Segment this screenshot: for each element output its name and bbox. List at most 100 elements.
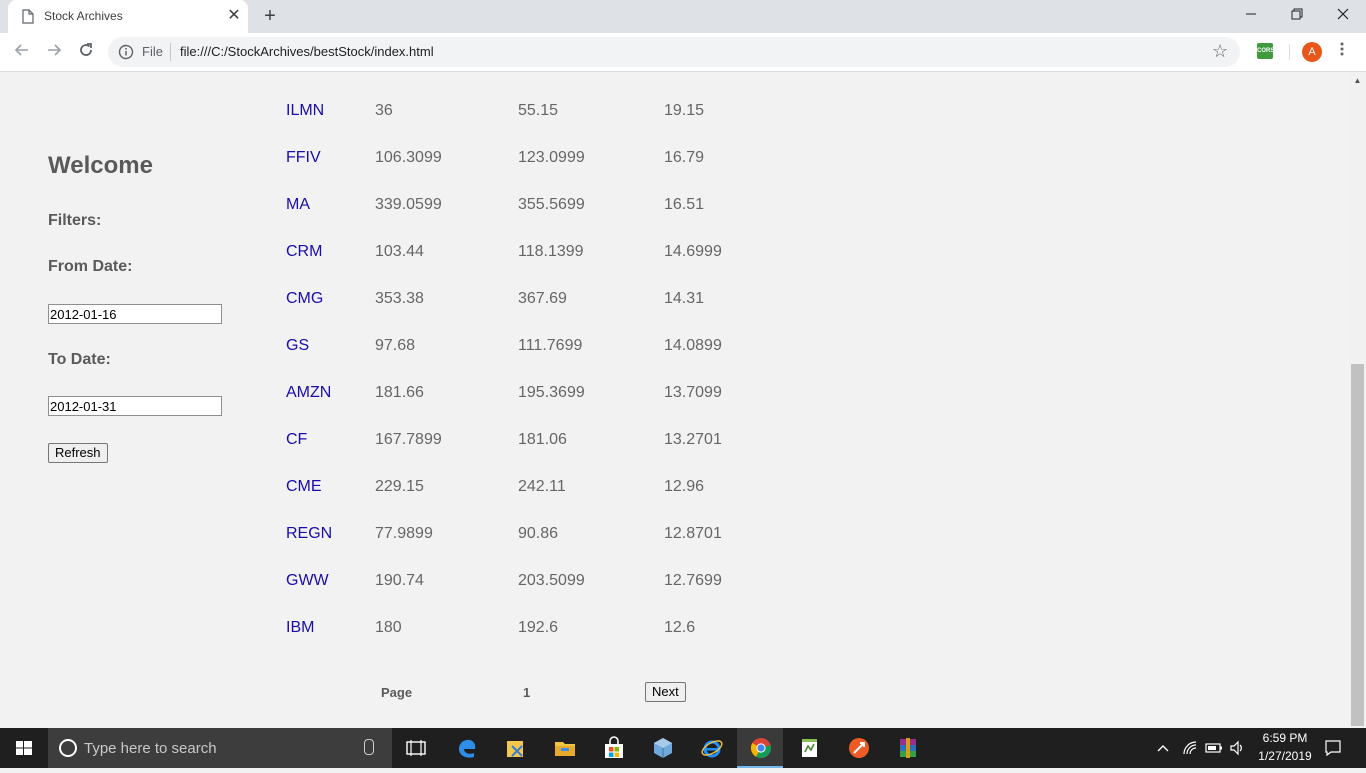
table-cell: 118.1399	[518, 243, 584, 260]
table-cell: 16.51	[664, 196, 705, 213]
table-row: CMG 353.38 367.69 14.31	[0, 290, 1340, 314]
stock-symbol-link[interactable]: AMZN	[286, 384, 331, 402]
page-icon	[22, 9, 34, 24]
winrar-icon[interactable]	[896, 736, 920, 760]
table-cell: 192.6	[518, 619, 559, 636]
table-cell: 339.0599	[375, 196, 442, 213]
table-cell: 90.86	[518, 525, 559, 542]
stock-symbol-link[interactable]: CME	[286, 478, 322, 496]
reload-icon[interactable]	[74, 40, 98, 64]
wifi-icon[interactable]	[1182, 740, 1198, 756]
clock-time[interactable]: 6:59 PM	[1255, 731, 1315, 745]
bookmark-star-icon[interactable]: ☆	[1212, 41, 1228, 62]
table-cell: 19.15	[664, 102, 705, 119]
minimize-icon[interactable]	[1228, 0, 1274, 30]
restore-icon[interactable]	[1274, 0, 1320, 30]
postman-icon[interactable]	[847, 736, 871, 760]
table-cell: 167.7899	[375, 431, 442, 448]
table-cell: 181.66	[375, 384, 424, 401]
table-cell: 353.38	[375, 290, 424, 307]
table-cell: 12.96	[664, 478, 705, 495]
table-cell: 13.2701	[664, 431, 722, 448]
table-cell: 97.68	[375, 337, 416, 354]
table-cell: 14.6999	[664, 243, 722, 260]
stock-symbol-link[interactable]: GWW	[286, 572, 329, 590]
task-view-icon[interactable]	[404, 736, 428, 760]
table-row: CF 167.7899 181.06 13.2701	[0, 431, 1340, 455]
table-row: CME 229.15 242.11 12.96	[0, 478, 1340, 502]
stock-symbol-link[interactable]: GS	[286, 337, 309, 355]
address-bar[interactable]: File file:///C:/StockArchives/bestStock/…	[108, 37, 1240, 67]
notifications-icon[interactable]	[1324, 739, 1342, 757]
profile-avatar[interactable]: A	[1302, 42, 1322, 62]
close-tab-icon[interactable]: ✕	[226, 6, 242, 26]
table-cell: 14.31	[664, 290, 705, 307]
taskbar-search-box[interactable]: Type here to search	[48, 728, 392, 768]
clock-date[interactable]: 1/27/2019	[1255, 749, 1315, 763]
table-row: MA 339.0599 355.5699 16.51	[0, 196, 1340, 220]
virtualbox-icon[interactable]	[651, 736, 675, 760]
next-page-button[interactable]: Next	[645, 682, 686, 702]
browser-tab[interactable]: Stock Archives ✕	[8, 0, 248, 33]
close-window-icon[interactable]	[1320, 0, 1366, 30]
windows-start-icon[interactable]	[0, 728, 48, 768]
file-tools-icon[interactable]	[504, 736, 528, 760]
stock-symbol-link[interactable]: CRM	[286, 243, 322, 261]
browser-toolbar: File file:///C:/StockArchives/bestStock/…	[0, 33, 1366, 72]
page-number: 1	[523, 685, 531, 700]
stock-symbol-link[interactable]: ILMN	[286, 102, 324, 120]
file-explorer-icon[interactable]	[553, 736, 577, 760]
table-cell: 55.15	[518, 102, 559, 119]
chevron-up-icon[interactable]	[1156, 742, 1170, 754]
table-cell: 190.74	[375, 572, 424, 589]
divider	[170, 43, 171, 61]
table-row: CRM 103.44 118.1399 14.6999	[0, 243, 1340, 267]
table-row: REGN 77.9899 90.86 12.8701	[0, 525, 1340, 549]
windows-taskbar: Type here to search 6:59 PM 1/27/2019	[0, 728, 1366, 768]
kebab-menu-icon[interactable]	[1336, 42, 1348, 62]
battery-icon[interactable]	[1205, 741, 1223, 755]
forward-icon[interactable]	[42, 40, 66, 64]
stock-symbol-link[interactable]: MA	[286, 196, 310, 214]
internet-explorer-icon[interactable]	[700, 736, 724, 760]
table-cell: 16.79	[664, 149, 705, 166]
table-cell: 77.9899	[375, 525, 433, 542]
tab-title: Stock Archives	[44, 9, 123, 23]
table-row: GS 97.68 111.7699 14.0899	[0, 337, 1340, 361]
table-cell: 203.5099	[518, 572, 585, 589]
scroll-up-arrow-icon[interactable]: ▲	[1349, 72, 1366, 89]
stock-symbol-link[interactable]: CMG	[286, 290, 323, 308]
table-row: GWW 190.74 203.5099 12.7699	[0, 572, 1340, 596]
table-cell: 229.15	[375, 478, 424, 495]
info-icon[interactable]	[118, 44, 134, 60]
table-cell: 12.6	[664, 619, 696, 636]
new-tab-button[interactable]: +	[260, 5, 280, 27]
stock-symbol-link[interactable]: IBM	[286, 619, 314, 637]
microphone-icon[interactable]	[364, 739, 374, 755]
table-row: FFIV 106.3099 123.0999 16.79	[0, 149, 1340, 173]
table-cell: 14.0899	[664, 337, 722, 354]
stock-symbol-link[interactable]: FFIV	[286, 149, 321, 167]
back-icon[interactable]	[10, 40, 34, 64]
scrollbar-thumb[interactable]	[1351, 364, 1364, 726]
table-cell: 111.7699	[518, 337, 583, 354]
table-row: ILMN 36 55.15 19.15	[0, 102, 1340, 126]
stock-symbol-link[interactable]: REGN	[286, 525, 332, 543]
table-cell: 367.69	[518, 290, 567, 307]
table-cell: 123.0999	[518, 149, 585, 166]
tab-strip: Stock Archives ✕ +	[0, 0, 1366, 33]
edge-icon[interactable]	[455, 736, 479, 760]
cors-extension-icon[interactable]: CORS	[1257, 43, 1274, 59]
notepad-plus-icon[interactable]	[798, 736, 822, 760]
stock-symbol-link[interactable]: CF	[286, 431, 307, 449]
store-icon[interactable]	[602, 736, 626, 760]
table-cell: 12.8701	[664, 525, 722, 542]
table-row: IBM 180 192.6 12.6	[0, 619, 1340, 643]
volume-icon[interactable]	[1229, 740, 1245, 756]
table-cell: 36	[375, 102, 393, 119]
table-cell: 13.7099	[664, 384, 722, 401]
table-cell: 242.11	[518, 478, 566, 495]
chrome-icon[interactable]	[749, 736, 773, 760]
url-text[interactable]: file:///C:/StockArchives/bestStock/index…	[180, 44, 434, 59]
page-label: Page	[381, 685, 413, 700]
